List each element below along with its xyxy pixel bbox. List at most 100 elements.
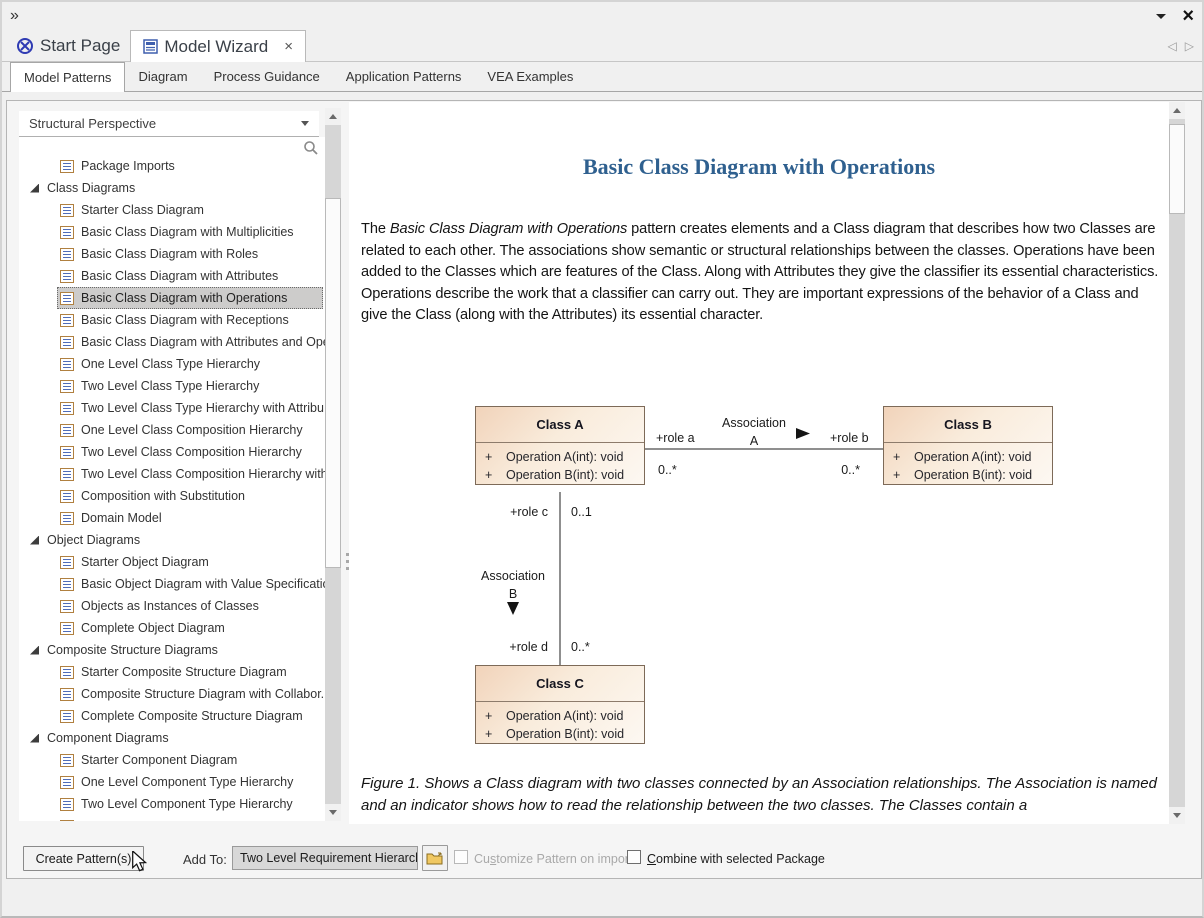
tree-item[interactable]: Basic Class Diagram with Roles xyxy=(19,243,325,265)
tab-application-patterns[interactable]: Application Patterns xyxy=(333,62,475,91)
tree-item[interactable]: Two Level Class Type Hierarchy with Attr… xyxy=(19,397,325,419)
document-tab-bar: Start Page Model Wizard × ◁ ▷ xyxy=(2,30,1202,62)
tree-group[interactable]: Composite Structure Diagrams xyxy=(19,639,325,661)
combine-package-label: Combine with selected Package xyxy=(647,852,825,866)
diagram-pattern-icon xyxy=(60,226,74,239)
tab-model-patterns[interactable]: Model Patterns xyxy=(10,62,125,92)
tree-item[interactable]: Two Level Class Composition Hierarchy wi… xyxy=(19,463,325,485)
perspective-dropdown[interactable]: Structural Perspective xyxy=(19,111,319,137)
scroll-down-icon[interactable] xyxy=(325,804,341,821)
diagram-pattern-icon xyxy=(60,490,74,503)
direction-arrow-icon xyxy=(507,602,519,615)
browse-package-button[interactable] xyxy=(422,845,448,871)
pattern-document: Basic Class Diagram with Operations The … xyxy=(349,102,1169,824)
pattern-tree: Package Imports Class Diagrams Starter C… xyxy=(19,137,325,821)
chevron-down-icon xyxy=(301,121,309,126)
tree-item[interactable]: Starter Object Diagram xyxy=(19,551,325,573)
uml-class-a: Class A +Operation A(int): void +Operati… xyxy=(475,406,645,485)
tab-model-wizard[interactable]: Model Wizard × xyxy=(130,30,306,62)
scroll-down-icon[interactable] xyxy=(1169,807,1185,824)
diagram-pattern-icon xyxy=(60,512,74,525)
folder-icon xyxy=(426,851,444,866)
tree-item[interactable]: Composite Structure Diagram with Collabo… xyxy=(19,683,325,705)
role-label: +role d xyxy=(469,640,548,654)
expanded-triangle-icon xyxy=(30,536,39,545)
application-window: » × Start Page Model Wizard × ◁ ▷ xyxy=(0,0,1204,918)
diagram-pattern-icon xyxy=(60,336,74,349)
tree-item[interactable]: One Level Component Type Hierarchy xyxy=(19,771,325,793)
diagram-pattern-icon xyxy=(60,204,74,217)
tree-item[interactable]: One Level Class Composition Hierarchy xyxy=(19,419,325,441)
expanded-triangle-icon xyxy=(30,734,39,743)
tab-diagram[interactable]: Diagram xyxy=(125,62,200,91)
diagram-pattern-icon xyxy=(60,754,74,767)
role-label: +role a xyxy=(656,431,695,445)
scroll-up-icon[interactable] xyxy=(325,108,341,125)
tree-item[interactable]: Starter Composite Structure Diagram xyxy=(19,661,325,683)
tab-start-page[interactable]: Start Page xyxy=(6,30,130,61)
ea-start-page-icon xyxy=(16,37,34,55)
window-close-icon[interactable]: × xyxy=(1182,7,1194,25)
association-name: Association xyxy=(463,569,563,583)
combine-package-checkbox[interactable] xyxy=(627,850,641,864)
tree-item[interactable]: Basic Class Diagram with Attributes and … xyxy=(19,331,325,353)
association-name: Association xyxy=(704,416,804,430)
tree-item[interactable]: Domain Model xyxy=(19,507,325,529)
role-label: +role c xyxy=(469,505,548,519)
tree-item[interactable]: Complete Object Diagram xyxy=(19,617,325,639)
customize-pattern-checkbox xyxy=(454,850,468,864)
figure-caption: Figure 1. Shows a Class diagram with two… xyxy=(361,773,1163,816)
tree-item[interactable]: Starter Class Diagram xyxy=(19,199,325,221)
tree-item[interactable]: Basic Class Diagram with Attributes xyxy=(19,265,325,287)
tab-process-guidance[interactable]: Process Guidance xyxy=(201,62,333,91)
expanded-triangle-icon xyxy=(30,184,39,193)
tree-item[interactable]: Complete Composite Structure Diagram xyxy=(19,705,325,727)
add-to-label: Add To: xyxy=(183,852,227,867)
tree-item[interactable]: Two Level Component Type Hierarchy xyxy=(19,793,325,815)
diagram-pattern-icon xyxy=(60,798,74,811)
tree-item[interactable]: Composition with Substitution xyxy=(19,485,325,507)
diagram-pattern-icon xyxy=(60,402,74,415)
tree-group[interactable]: Class Diagrams xyxy=(19,177,325,199)
tree-item[interactable]: Starter Component Diagram xyxy=(19,749,325,771)
scrollbar-thumb[interactable] xyxy=(325,198,341,568)
tree-item[interactable]: Basic Object Diagram with Value Specific… xyxy=(19,573,325,595)
tree-item-selected[interactable]: Basic Class Diagram with Operations xyxy=(19,287,325,309)
tree-item[interactable]: Objects as Instances of Classes xyxy=(19,595,325,617)
window-menu-caret-icon[interactable] xyxy=(1156,14,1166,19)
search-icon[interactable] xyxy=(303,140,319,156)
tree-item[interactable]: Package Imports xyxy=(19,155,325,177)
multiplicity-label: 0..1 xyxy=(571,505,592,519)
wizard-tab-bar: Model Patterns Diagram Process Guidance … xyxy=(2,62,1202,92)
add-to-field[interactable]: Two Level Requirement Hierarchy xyxy=(232,846,418,870)
model-wizard-icon xyxy=(143,39,158,54)
tab-label: Model Wizard xyxy=(164,37,268,57)
sidebar-scrollbar[interactable] xyxy=(325,108,341,821)
diagram-pattern-icon xyxy=(60,820,74,822)
intro-paragraph: The Basic Class Diagram with Operations … xyxy=(361,219,1163,327)
tree-item[interactable]: One Level Class Type Hierarchy xyxy=(19,353,325,375)
tab-close-icon[interactable]: × xyxy=(284,38,293,55)
multiplicity-label: 0..* xyxy=(658,463,677,477)
multiplicity-label: 0..* xyxy=(804,463,860,477)
document-scrollbar[interactable] xyxy=(1169,102,1185,824)
tab-label: Start Page xyxy=(40,36,120,56)
scrollbar-thumb[interactable] xyxy=(1169,124,1185,214)
tree-item[interactable]: Basic Class Diagram with Receptions xyxy=(19,309,325,331)
tab-nav-next-icon[interactable]: ▷ xyxy=(1185,39,1194,53)
tree-item[interactable] xyxy=(19,815,325,821)
tree-item[interactable]: Basic Class Diagram with Multiplicities xyxy=(19,221,325,243)
tree-item[interactable]: Two Level Class Composition Hierarchy xyxy=(19,441,325,463)
perspective-value: Structural Perspective xyxy=(29,116,156,131)
tab-vea-examples[interactable]: VEA Examples xyxy=(474,62,586,91)
diagram-pattern-icon xyxy=(60,468,74,481)
tree-group[interactable]: Component Diagrams xyxy=(19,727,325,749)
toolbar-overflow-icon[interactable]: » xyxy=(10,7,19,25)
create-patterns-button[interactable]: Create Pattern(s) xyxy=(23,846,144,871)
tree-item[interactable]: Two Level Class Type Hierarchy xyxy=(19,375,325,397)
diagram-pattern-icon xyxy=(60,358,74,371)
scroll-up-icon[interactable] xyxy=(1169,102,1185,119)
tree-group[interactable]: Object Diagrams xyxy=(19,529,325,551)
tab-nav-prev-icon[interactable]: ◁ xyxy=(1168,39,1177,53)
diagram-pattern-icon xyxy=(60,446,74,459)
